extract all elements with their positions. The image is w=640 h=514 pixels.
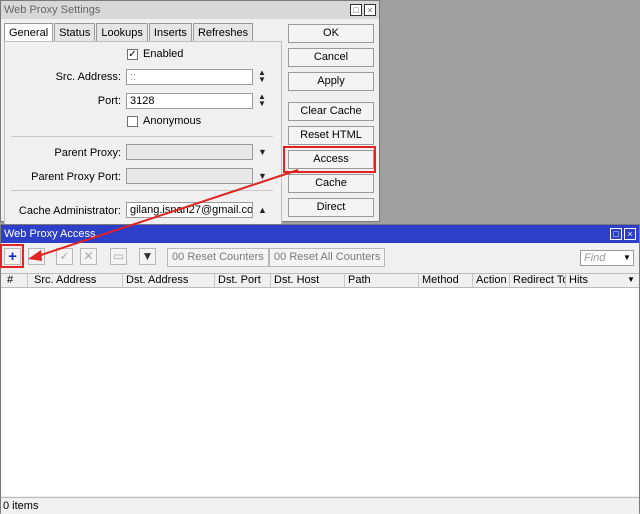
reset-counters-button[interactable]: 00 Reset Counters	[167, 248, 269, 267]
close-icon[interactable]: ×	[364, 4, 376, 16]
settings-tabs: General Status Lookups Inserts Refreshes	[4, 23, 254, 42]
reset-counters-label: Reset Counters	[187, 251, 264, 263]
reset-all-counters-button[interactable]: 00 Reset All Counters	[269, 248, 386, 267]
tab-status[interactable]: Status	[54, 23, 96, 42]
disable-icon[interactable]: ✕	[80, 248, 97, 265]
access-toolbar: + − ✓ ✕ ▭ ▼ 00 Reset Counters 00 Reset A…	[1, 243, 639, 273]
tab-lookups[interactable]: Lookups	[96, 23, 148, 42]
settings-title: Web Proxy Settings	[4, 4, 101, 16]
table-header: # Src. Address Dst. Address Dst. Port Ds…	[1, 273, 639, 288]
column-path[interactable]: Path	[345, 274, 419, 287]
apply-button[interactable]: Apply	[288, 72, 374, 91]
separator	[11, 190, 273, 191]
counter-icon: 00	[172, 251, 185, 263]
anonymous-label: Anonymous	[143, 115, 202, 127]
cache-admin-label: Cache Administrator:	[18, 205, 121, 217]
status-bar: 0 items	[1, 497, 639, 514]
reset-html-button[interactable]: Reset HTML	[288, 126, 374, 145]
src-address-spinner-icon[interactable]: ▲ ▼	[257, 69, 267, 84]
parent-proxy-port-input[interactable]	[126, 168, 253, 184]
tab-inserts[interactable]: Inserts	[148, 23, 192, 42]
column-dst-address[interactable]: Dst. Address	[123, 274, 215, 287]
column-hits[interactable]: Hits	[566, 274, 626, 287]
enabled-label: Enabled	[143, 48, 184, 60]
web-proxy-access-window: Web Proxy Access □ × + − ✓ ✕ ▭ ▼ 00 Rese…	[0, 224, 640, 514]
clear-cache-button[interactable]: Clear Cache	[288, 102, 374, 121]
remove-icon[interactable]: −	[28, 248, 45, 265]
access-titlebar[interactable]: Web Proxy Access □ ×	[1, 225, 639, 243]
port-label: Port:	[97, 95, 121, 107]
table-body	[1, 288, 639, 496]
tab-refreshes[interactable]: Refreshes	[192, 23, 254, 42]
parent-proxy-label: Parent Proxy:	[54, 147, 121, 159]
column-method[interactable]: Method	[419, 274, 473, 287]
reset-all-counters-label: Reset All Counters	[289, 251, 381, 263]
access-button-highlight	[283, 146, 376, 173]
cancel-button[interactable]: Cancel	[288, 48, 374, 67]
column-dst-port[interactable]: Dst. Port	[215, 274, 271, 287]
column-dst-host[interactable]: Dst. Host	[271, 274, 345, 287]
cache-admin-up-icon[interactable]: ▲	[258, 205, 267, 215]
filter-icon[interactable]: ▼	[139, 248, 156, 265]
maximize-icon[interactable]: □	[610, 228, 622, 240]
port-spinner-icon[interactable]: ▲ ▼	[257, 93, 267, 108]
settings-titlebar[interactable]: Web Proxy Settings □ ×	[1, 1, 379, 19]
parent-proxy-input[interactable]	[126, 144, 253, 160]
column-action[interactable]: Action	[473, 274, 510, 287]
parent-proxy-port-dropdown-icon[interactable]: ▼	[258, 171, 267, 181]
counter-icon: 00	[274, 251, 287, 263]
src-address-input[interactable]: ::	[126, 69, 253, 85]
close-icon[interactable]: ×	[624, 228, 636, 240]
ok-button[interactable]: OK	[288, 24, 374, 43]
general-panel: ✓ Enabled Src. Address: :: ▲ ▼ Port: 3128…	[4, 41, 282, 226]
maximize-icon[interactable]: □	[350, 4, 362, 16]
direct-button[interactable]: Direct	[288, 198, 374, 217]
parent-proxy-dropdown-icon[interactable]: ▼	[258, 147, 267, 157]
column-chooser-icon[interactable]: ▼	[627, 275, 635, 284]
enable-icon[interactable]: ✓	[56, 248, 73, 265]
cache-admin-input[interactable]: gilang.isnan27@gmail.com	[126, 202, 253, 218]
column-redirect-to[interactable]: Redirect To	[510, 274, 566, 287]
port-input[interactable]: 3128	[126, 93, 253, 109]
src-address-label: Src. Address:	[55, 71, 121, 83]
add-button-highlight	[0, 244, 24, 268]
parent-proxy-port-label: Parent Proxy Port:	[31, 171, 121, 183]
web-proxy-settings-window: Web Proxy Settings □ × General Status Lo…	[0, 0, 380, 226]
find-dropdown-icon[interactable]: ▼	[623, 253, 631, 262]
anonymous-checkbox[interactable]	[127, 116, 138, 127]
cache-button[interactable]: Cache	[288, 174, 374, 193]
tab-general[interactable]: General	[4, 23, 54, 42]
column-number[interactable]: #	[4, 274, 28, 287]
comment-icon[interactable]: ▭	[110, 248, 127, 265]
enabled-checkbox[interactable]: ✓	[127, 49, 138, 60]
access-title: Web Proxy Access	[4, 228, 96, 240]
column-src-address[interactable]: Src. Address	[31, 274, 123, 287]
separator	[11, 136, 273, 137]
